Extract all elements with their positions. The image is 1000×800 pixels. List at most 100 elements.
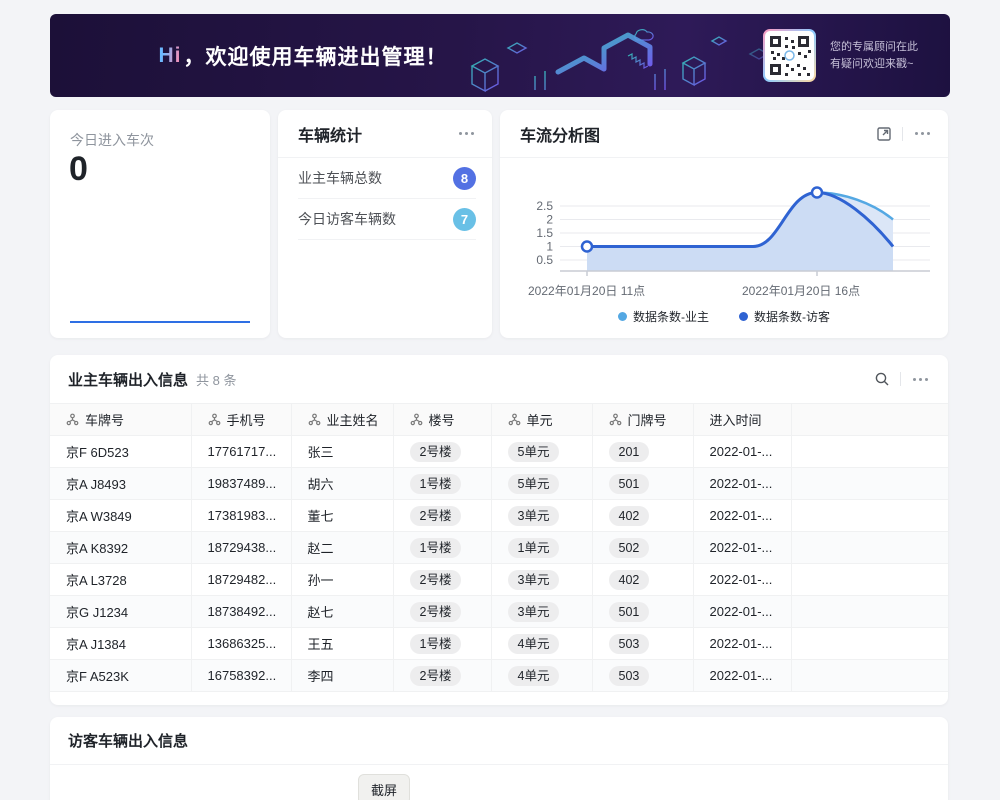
cell-entry-time[interactable]: 2022-01-...	[693, 628, 791, 660]
cell-door[interactable]: 402	[592, 500, 693, 532]
cell-name[interactable]: 董七	[291, 500, 393, 532]
cell-plate[interactable]: 京G J1234	[50, 596, 191, 628]
cell-name[interactable]: 胡六	[291, 468, 393, 500]
column-header-empty	[791, 404, 948, 436]
table-row[interactable]: 京A W3849 17381983... 董七 2号楼 3单元 402 2022…	[50, 500, 948, 532]
cell-phone[interactable]: 18729438...	[191, 532, 291, 564]
cell-door[interactable]: 402	[592, 564, 693, 596]
owner-table-title: 业主车辆出入信息	[68, 369, 188, 390]
cell-entry-time[interactable]: 2022-01-...	[693, 532, 791, 564]
cell-name[interactable]: 张三	[291, 436, 393, 468]
cell-entry-time[interactable]: 2022-01-...	[693, 500, 791, 532]
cell-unit[interactable]: 3单元	[491, 564, 592, 596]
cell-plate[interactable]: 京F A523K	[50, 660, 191, 692]
visitor-table-card: 访客车辆出入信息 截屏	[50, 717, 948, 800]
xtick-label-16h: 2022年01月20日 16点	[742, 282, 860, 299]
cell-name[interactable]: 赵二	[291, 532, 393, 564]
cell-plate[interactable]: 京A L3728	[50, 564, 191, 596]
more-menu-icon[interactable]	[911, 374, 930, 385]
marker-11h[interactable]	[582, 242, 592, 252]
column-header-unit[interactable]: 单元	[491, 404, 592, 436]
cell-plate[interactable]: 京A J1384	[50, 628, 191, 660]
table-row[interactable]: 京A K8392 18729438... 赵二 1号楼 1单元 502 2022…	[50, 532, 948, 564]
unit-tag: 5单元	[508, 442, 560, 462]
cell-phone[interactable]: 16758392...	[191, 660, 291, 692]
cell-empty	[791, 500, 948, 532]
legend-visitor[interactable]: 数据条数-访客	[739, 308, 830, 325]
cell-unit[interactable]: 4单元	[491, 628, 592, 660]
cell-entry-time[interactable]: 2022-01-...	[693, 436, 791, 468]
unit-tag: 3单元	[508, 602, 560, 622]
cell-unit[interactable]: 1单元	[491, 532, 592, 564]
cell-building[interactable]: 2号楼	[393, 660, 491, 692]
cell-unit[interactable]: 4单元	[491, 660, 592, 692]
legend-owner[interactable]: 数据条数-业主	[618, 308, 709, 325]
table-row[interactable]: 京A J1384 13686325... 王五 1号楼 4单元 503 2022…	[50, 628, 948, 660]
banner-greeting: Hi，欢迎使用车辆进出管理！	[138, 14, 468, 97]
partial-button[interactable]: 截屏	[358, 774, 410, 800]
cell-door[interactable]: 201	[592, 436, 693, 468]
building-tag: 1号楼	[410, 474, 462, 494]
welcome-banner: Hi，欢迎使用车辆进出管理！	[50, 14, 950, 97]
cell-unit[interactable]: 5单元	[491, 468, 592, 500]
cell-unit[interactable]: 3单元	[491, 500, 592, 532]
cell-door[interactable]: 502	[592, 532, 693, 564]
cell-plate[interactable]: 京F 6D523	[50, 436, 191, 468]
table-row[interactable]: 京F 6D523 17761717... 张三 2号楼 5单元 201 2022…	[50, 436, 948, 468]
marker-16h[interactable]	[812, 188, 822, 198]
cell-phone[interactable]: 17761717...	[191, 436, 291, 468]
cell-entry-time[interactable]: 2022-01-...	[693, 660, 791, 692]
column-header-building[interactable]: 楼号	[393, 404, 491, 436]
cell-phone[interactable]: 18729482...	[191, 564, 291, 596]
cell-name[interactable]: 赵七	[291, 596, 393, 628]
cell-building[interactable]: 1号楼	[393, 468, 491, 500]
cell-plate[interactable]: 京A W3849	[50, 500, 191, 532]
expand-icon[interactable]	[876, 126, 892, 142]
divider	[900, 372, 901, 386]
building-tag: 2号楼	[410, 442, 462, 462]
cell-door[interactable]: 501	[592, 468, 693, 500]
column-header-phone[interactable]: 手机号	[191, 404, 291, 436]
table-row[interactable]: 京A J8493 19837489... 胡六 1号楼 5单元 501 2022…	[50, 468, 948, 500]
stat-owner-total-label: 业主车辆总数	[298, 168, 382, 188]
cell-phone[interactable]: 19837489...	[191, 468, 291, 500]
cell-entry-time[interactable]: 2022-01-...	[693, 596, 791, 628]
cell-building[interactable]: 2号楼	[393, 564, 491, 596]
cell-plate[interactable]: 京A K8392	[50, 532, 191, 564]
table-row[interactable]: 京G J1234 18738492... 赵七 2号楼 3单元 501 2022…	[50, 596, 948, 628]
cell-building[interactable]: 2号楼	[393, 436, 491, 468]
column-header-door[interactable]: 门牌号	[592, 404, 693, 436]
cell-building[interactable]: 2号楼	[393, 500, 491, 532]
banner-greeting-hi: Hi	[159, 44, 182, 68]
table-row[interactable]: 京F A523K 16758392... 李四 2号楼 4单元 503 2022…	[50, 660, 948, 692]
ytick-2: 2	[546, 213, 553, 227]
more-menu-icon[interactable]	[913, 128, 932, 139]
cell-door[interactable]: 503	[592, 660, 693, 692]
cell-building[interactable]: 1号楼	[393, 628, 491, 660]
cell-phone[interactable]: 18738492...	[191, 596, 291, 628]
column-header-name[interactable]: 业主姓名	[291, 404, 393, 436]
cell-entry-time[interactable]: 2022-01-...	[693, 564, 791, 596]
cell-plate[interactable]: 京A J8493	[50, 468, 191, 500]
cell-door[interactable]: 501	[592, 596, 693, 628]
door-tag: 201	[609, 442, 650, 462]
cell-name[interactable]: 孙一	[291, 564, 393, 596]
stat-row-visitor-today: 今日访客车辆数 7	[298, 199, 476, 240]
column-header-entry-time[interactable]: 进入时间	[693, 404, 791, 436]
cell-entry-time[interactable]: 2022-01-...	[693, 468, 791, 500]
building-tag: 2号楼	[410, 570, 462, 590]
chart-legend: 数据条数-业主 数据条数-访客	[500, 308, 948, 325]
cell-door[interactable]: 503	[592, 628, 693, 660]
cell-name[interactable]: 李四	[291, 660, 393, 692]
cell-name[interactable]: 王五	[291, 628, 393, 660]
cell-unit[interactable]: 5单元	[491, 436, 592, 468]
cell-building[interactable]: 2号楼	[393, 596, 491, 628]
column-header-plate[interactable]: 车牌号	[50, 404, 191, 436]
cell-unit[interactable]: 3单元	[491, 596, 592, 628]
more-menu-icon[interactable]	[457, 128, 476, 139]
cell-phone[interactable]: 13686325...	[191, 628, 291, 660]
cell-building[interactable]: 1号楼	[393, 532, 491, 564]
cell-phone[interactable]: 17381983...	[191, 500, 291, 532]
table-row[interactable]: 京A L3728 18729482... 孙一 2号楼 3单元 402 2022…	[50, 564, 948, 596]
search-icon[interactable]	[874, 371, 890, 387]
